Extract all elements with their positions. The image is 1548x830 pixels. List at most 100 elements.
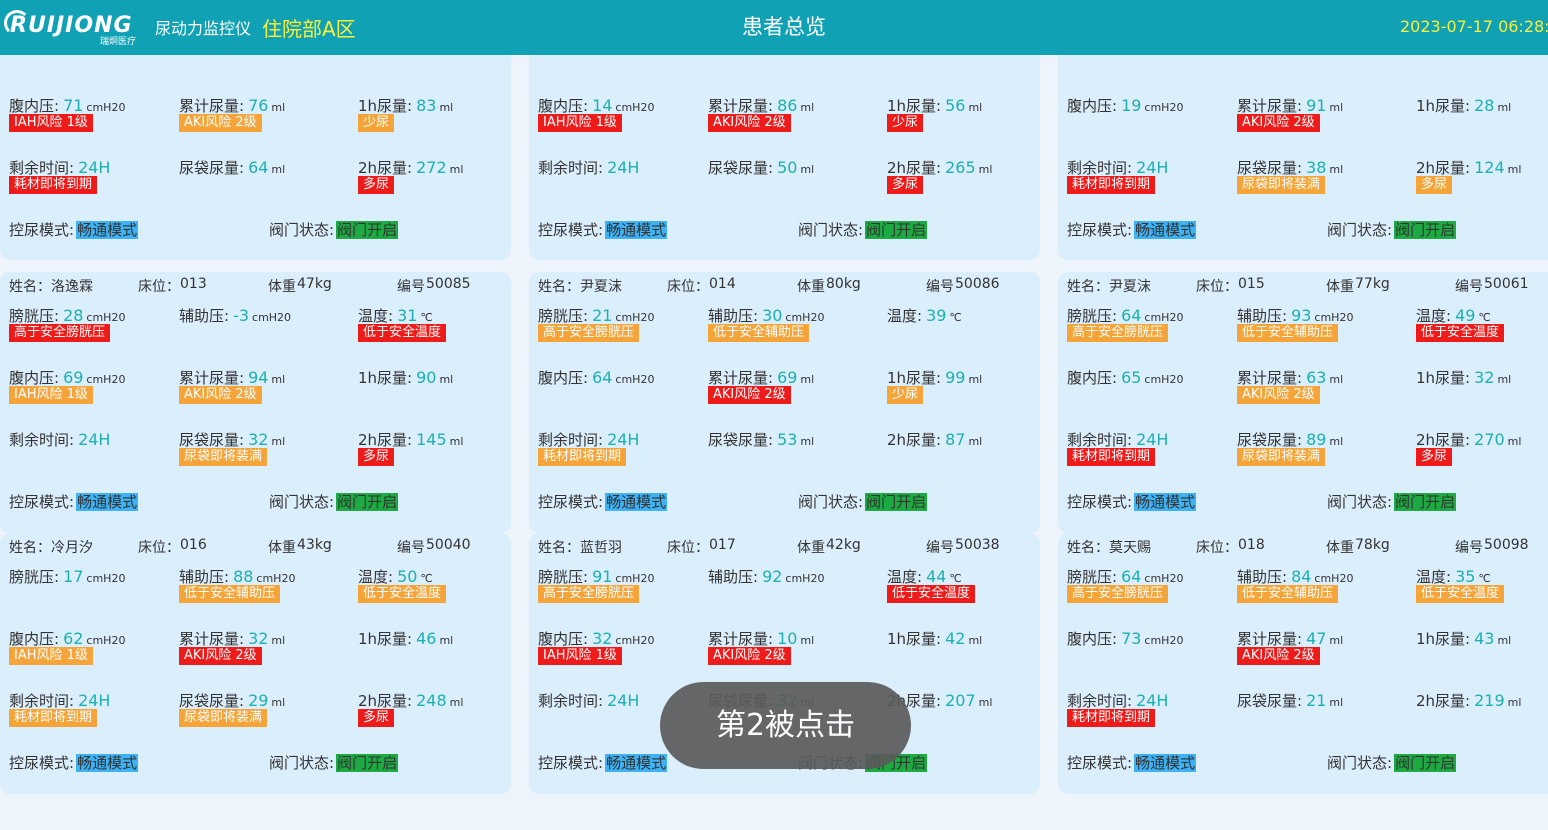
valve-status[interactable]: 阀门状态:阀门开启: [269, 491, 399, 512]
metric-value: 39: [926, 306, 947, 325]
control-mode-value[interactable]: 畅通模式: [605, 493, 668, 511]
metric-label: 1h尿量:: [358, 630, 413, 648]
metric-value: 17: [63, 567, 84, 586]
metric-value: 56: [945, 96, 966, 115]
control-mode[interactable]: 控尿模式: 畅通模式: [9, 752, 139, 773]
valve-status[interactable]: 阀门状态:阀门开启: [1327, 491, 1457, 512]
metric-label: 2h尿量:: [1416, 692, 1471, 710]
metric-unit: ml: [800, 435, 815, 448]
valve-status-value[interactable]: 阀门开启: [336, 754, 399, 772]
control-mode-value[interactable]: 畅通模式: [76, 754, 139, 772]
metric-label: 温度:: [887, 307, 923, 325]
bed-number: 013: [180, 276, 207, 292]
valve-status-value[interactable]: 阀门开启: [865, 493, 928, 511]
control-mode[interactable]: 控尿模式: 畅通模式: [538, 491, 668, 512]
metric-value: 124: [1474, 158, 1505, 177]
bed-label: 床位：: [1196, 540, 1238, 556]
metric-unit: ml: [449, 163, 464, 176]
valve-status-value[interactable]: 阀门开启: [336, 493, 399, 511]
metric-temp: 温度: 49 ℃: [1416, 305, 1491, 326]
control-mode-value[interactable]: 畅通模式: [605, 754, 668, 772]
valve-status-label: 阀门状态:: [798, 221, 864, 239]
alert-tag: IAH风险 1级: [9, 386, 93, 404]
patient-card[interactable]: 高于安全膀胱压低于安全辅助压低于安全温度腹内压:71cmH20累计尿量:76ml…: [0, 55, 511, 260]
metric-aux: 辅助压: 30 cmH20: [708, 305, 824, 326]
metric-unit: ml: [800, 101, 815, 114]
metric-unit: ml: [800, 163, 815, 176]
metric-unit: ℃: [949, 311, 962, 324]
control-mode-value[interactable]: 畅通模式: [76, 221, 139, 239]
control-mode[interactable]: 控尿模式: 畅通模式: [9, 491, 139, 512]
valve-status-value[interactable]: 阀门开启: [865, 221, 928, 239]
metric-value: -3: [233, 306, 250, 325]
metric-bladder: 膀胱压: 64 cmH20: [1067, 305, 1183, 326]
metric-label: 剩余时间:: [538, 431, 604, 449]
metric-remain: 剩余时间: 24H: [9, 690, 110, 711]
metric-unit: ℃: [1478, 311, 1491, 324]
patient-card[interactable]: 姓名： 冷月汐 床位： 016 体重 43kg 编号 50040 膀胱压: 17 cmH20 辅助压:…: [0, 533, 511, 794]
valve-status-label: 阀门状态:: [1327, 221, 1393, 239]
metric-value: 65: [1121, 368, 1142, 387]
metric-value: 28: [63, 306, 84, 325]
control-mode-value[interactable]: 畅通模式: [76, 493, 139, 511]
valve-status-value[interactable]: 阀门开启: [336, 221, 399, 239]
valve-status-value[interactable]: 阀门开启: [1394, 221, 1457, 239]
weight-label: 体重: [268, 540, 296, 556]
patient-card[interactable]: 姓名： 莫天赐 床位： 018 体重 78kg 编号 50098 膀胱压: 64 cmH20 辅助压:…: [1058, 533, 1548, 794]
patient-card[interactable]: 高于安全膀胱压低于安全辅助压腹内压:14cmH20累计尿量:86ml1h尿量:5…: [529, 55, 1040, 260]
valve-status[interactable]: 阀门状态:阀门开启: [1327, 219, 1457, 240]
metric-aux: 辅助压: -3 cmH20: [179, 305, 291, 326]
control-mode-value[interactable]: 畅通模式: [1134, 221, 1197, 239]
metric-unit: ml: [968, 373, 983, 386]
metric-unit: ℃: [420, 572, 433, 585]
metric-remain: 剩余时间: 24H: [538, 429, 639, 450]
alert-tag: IAH风险 1级: [538, 647, 622, 665]
bed-number: 014: [709, 276, 736, 292]
control-mode-value[interactable]: 畅通模式: [1134, 493, 1197, 511]
control-mode[interactable]: 控尿模式: 畅通模式: [1067, 219, 1197, 240]
metric-label: 腹内压:: [1067, 369, 1118, 387]
control-mode[interactable]: 控尿模式: 畅通模式: [538, 219, 668, 240]
control-mode[interactable]: 控尿模式: 畅通模式: [1067, 752, 1197, 773]
metric-value: 24H: [1136, 158, 1169, 177]
metric-label: 累计尿量:: [1237, 97, 1303, 115]
patient-card[interactable]: 高于安全膀胱压低于安全辅助压腹内压:19cmH20累计尿量:91ml1h尿量:2…: [1058, 55, 1548, 260]
control-mode-value[interactable]: 畅通模式: [1134, 754, 1197, 772]
valve-status-value[interactable]: 阀门开启: [1394, 754, 1457, 772]
metric-value: 24H: [607, 691, 640, 710]
patient-card[interactable]: 姓名： 尹夏沫 床位： 014 体重 80kg 编号 50086 膀胱压: 21 cmH20 辅助压:…: [529, 272, 1040, 533]
metric-value: 44: [926, 567, 947, 586]
control-mode[interactable]: 控尿模式: 畅通模式: [538, 752, 668, 773]
metric-value: 32: [592, 629, 613, 648]
control-mode[interactable]: 控尿模式: 畅通模式: [9, 219, 139, 240]
metric-unit: ml: [449, 435, 464, 448]
patient-card[interactable]: 姓名： 尹夏沫 床位： 015 体重 77kg 编号 50061 膀胱压: 64 cmH20 辅助压:…: [1058, 272, 1548, 533]
valve-status[interactable]: 阀门状态:阀门开启: [269, 219, 399, 240]
metric-value: 32: [248, 629, 269, 648]
page-title: 患者总览: [742, 15, 826, 39]
metric-label: 膀胱压:: [1067, 568, 1118, 586]
metric-remain: 剩余时间: 24H: [538, 690, 639, 711]
metric-value: 270: [1474, 430, 1505, 449]
valve-status-label: 阀门状态:: [269, 221, 335, 239]
metric-unit: ml: [1329, 435, 1344, 448]
bed-number: 017: [709, 537, 736, 553]
valve-status[interactable]: 阀门状态:阀门开启: [798, 491, 928, 512]
control-mode[interactable]: 控尿模式: 畅通模式: [1067, 491, 1197, 512]
id-label: 编号: [926, 540, 954, 556]
valve-status[interactable]: 阀门状态:阀门开启: [1327, 752, 1457, 773]
metric-abd: 腹内压: 64 cmH20: [538, 367, 654, 388]
patient-info: 姓名： 莫天赐 床位： 018 体重 78kg 编号 50098: [1058, 537, 1548, 557]
valve-status[interactable]: 阀门状态:阀门开启: [798, 219, 928, 240]
metric-label: 腹内压:: [9, 97, 60, 115]
metric-label: 剩余时间:: [1067, 692, 1133, 710]
metric-label: 尿袋尿量:: [179, 692, 245, 710]
metric-label: 剩余时间:: [1067, 431, 1133, 449]
control-mode-value[interactable]: 畅通模式: [605, 221, 668, 239]
valve-status-value[interactable]: 阀门开启: [1394, 493, 1457, 511]
metric-value: 53: [777, 430, 798, 449]
valve-status[interactable]: 阀门状态:阀门开启: [269, 752, 399, 773]
patient-name: 洛逸霖: [51, 279, 93, 295]
patient-card[interactable]: 姓名： 洛逸霖 床位： 013 体重 47kg 编号 50085 膀胱压: 28 cmH20 辅助压:…: [0, 272, 511, 533]
alert-tag: AKI风险 2级: [179, 386, 262, 404]
